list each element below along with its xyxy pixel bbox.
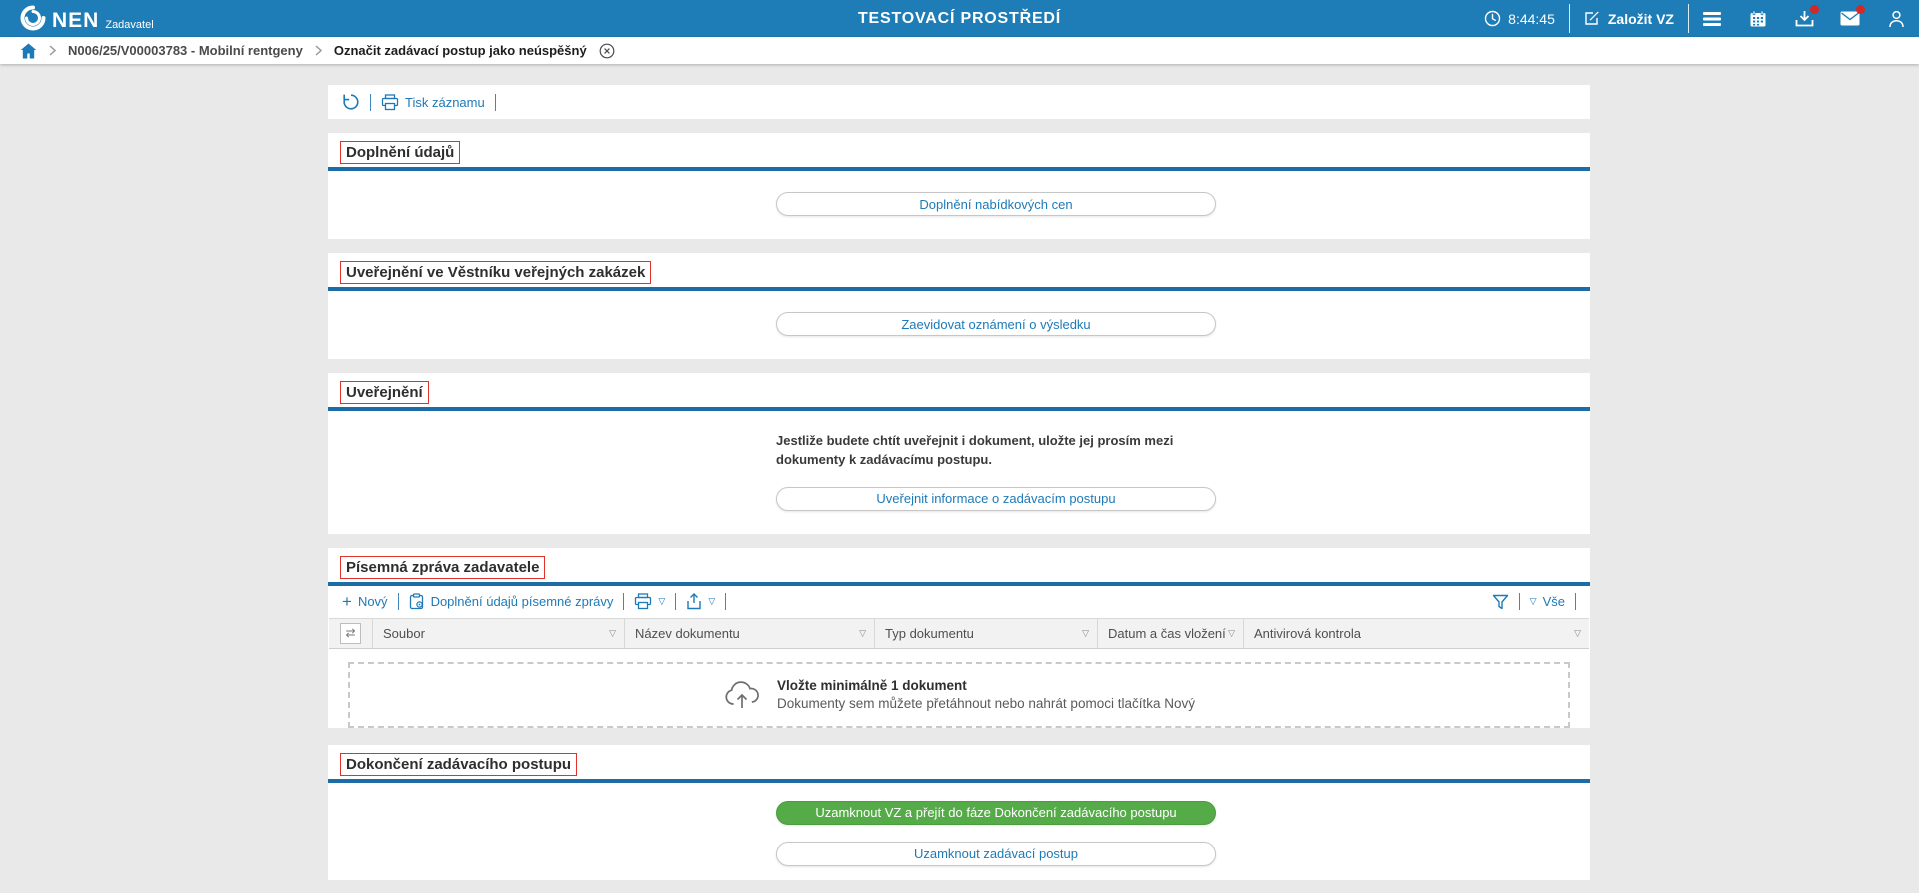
- filter-all-button[interactable]: ▽ Vše: [1530, 594, 1565, 609]
- dropdown-triangle-icon: ▽: [658, 596, 666, 607]
- section-pisemna-zprava: Písemná zpráva zadavatele + Nový Doplněn…: [328, 547, 1590, 728]
- mail-badge: [1856, 5, 1865, 14]
- app-logo[interactable]: NEN Zadavatel: [0, 0, 154, 37]
- toolbar-separator: [1575, 593, 1576, 611]
- doplneni-nabidkovych-cen-button[interactable]: Doplnění nabídkových cen: [776, 192, 1216, 216]
- toolbar-separator: [1518, 593, 1520, 611]
- filter-button[interactable]: [1492, 594, 1509, 610]
- column-filter-icon[interactable]: ▽: [1082, 628, 1089, 639]
- clock-display: 8:44:45: [1470, 0, 1569, 37]
- calendar-icon[interactable]: [1735, 0, 1781, 37]
- toolbar-separator: [623, 593, 625, 611]
- column-filter-icon[interactable]: ▽: [609, 628, 616, 639]
- toolbar-separator: [370, 93, 371, 111]
- column-filter-icon[interactable]: ▽: [859, 628, 866, 639]
- breadcrumb: N006/25/V00003783 - Mobilní rentgeny Ozn…: [0, 37, 1919, 64]
- column-filter-icon[interactable]: ▽: [1574, 628, 1581, 639]
- plus-icon: +: [342, 591, 352, 611]
- section-title-uverejneni: Uveřejnění: [340, 381, 429, 404]
- section-dokonceni: Dokončení zadávacího postupu Uzamknout V…: [328, 744, 1590, 880]
- new-document-button[interactable]: + Nový: [342, 591, 388, 611]
- print-record-button[interactable]: Tisk záznamu: [381, 93, 485, 111]
- breadcrumb-item-current: Označit zadávací postup jako neúspěšný: [333, 43, 587, 58]
- section-title-dokonceni: Dokončení zadávacího postupu: [340, 752, 578, 776]
- uzamknout-zadavaci-postup-button[interactable]: Uzamknout zadávací postup: [776, 841, 1216, 866]
- logo-text: NEN: [52, 9, 100, 32]
- column-filter-icon[interactable]: ▽: [1228, 628, 1235, 639]
- cloud-upload-icon: [723, 680, 761, 710]
- print-menu-button[interactable]: ▽: [634, 593, 665, 610]
- toolbar-separator: [725, 593, 727, 611]
- logo-subtext: Zadavatel: [105, 19, 154, 31]
- export-menu-button[interactable]: ▽: [686, 593, 715, 610]
- new-document-label: Nový: [357, 594, 388, 610]
- column-header-soubor[interactable]: Soubor ▽: [373, 618, 625, 648]
- clock-icon: [1484, 10, 1501, 27]
- downloads-badge: [1810, 5, 1819, 14]
- column-header-nazev-dokumentu[interactable]: Název dokumentu ▽: [625, 618, 875, 648]
- uverejnit-informace-button[interactable]: Uveřejnit informace o zadávacím postupu: [776, 486, 1216, 511]
- uzamknout-vz-prejit-faze-button[interactable]: Uzamknout VZ a přejít do fáze Dokončení …: [776, 800, 1216, 825]
- dropdown-triangle-icon: ▽: [1529, 596, 1537, 607]
- create-vz-label: Založit VZ: [1607, 10, 1674, 27]
- print-record-label: Tisk záznamu: [405, 94, 485, 110]
- filter-all-label: Vše: [1542, 594, 1565, 610]
- toolbar-separator: [397, 593, 399, 611]
- breadcrumb-item-procedure[interactable]: N006/25/V00003783 - Mobilní rentgeny: [68, 43, 303, 58]
- fill-written-report-button[interactable]: Doplnění údajů písemné zprávy: [409, 593, 614, 610]
- printer-icon: [634, 593, 652, 610]
- section-doplneni-udaju: Doplnění údajů Doplnění nabídkových cen: [328, 133, 1590, 239]
- export-icon: [686, 593, 702, 610]
- documents-table-header: ⇄ Soubor ▽ Název dokumentu ▽ Typ dokumen…: [329, 617, 1589, 649]
- section-uverejneni: Uveřejnění Jestliže budete chtít uveřejn…: [328, 373, 1590, 534]
- column-header-datum-vlozeni[interactable]: Datum a čas vložení ▽: [1098, 618, 1244, 648]
- column-header-antivirova-kontrola[interactable]: Antivirová kontrola ▽: [1244, 619, 1589, 648]
- toolbar-separator: [494, 93, 496, 111]
- column-header-typ-dokumentu[interactable]: Typ dokumentu ▽: [875, 618, 1098, 648]
- uverejneni-note: Jestliže budete chtít uveřejnit i dokume…: [776, 433, 1174, 467]
- app-header: NEN Zadavatel TESTOVACÍ PROSTŘEDÍ 8:44:4…: [0, 0, 1919, 37]
- dropzone-subtitle: Dokumenty sem můžete přetáhnout nebo nah…: [777, 696, 1195, 712]
- document-dropzone[interactable]: Vložte minimálně 1 dokument Dokumenty se…: [348, 661, 1570, 728]
- section-title-pisemna-zprava: Písemná zpráva zadavatele: [340, 555, 546, 579]
- dropzone-title: Vložte minimálně 1 dokument: [777, 678, 967, 694]
- close-tab-icon[interactable]: [599, 43, 615, 59]
- nen-logo-icon: [20, 5, 46, 31]
- record-toolbar: Tisk záznamu: [328, 85, 1590, 119]
- column-label: Antivirová kontrola: [1254, 625, 1361, 641]
- user-icon[interactable]: [1873, 0, 1919, 37]
- column-label: Typ dokumentu: [885, 625, 974, 641]
- column-settings-icon: ⇄: [340, 622, 361, 644]
- toolbar-separator: [675, 593, 677, 611]
- create-vz-button[interactable]: Založit VZ: [1570, 0, 1688, 37]
- clipboard-gear-icon: [409, 593, 425, 610]
- column-label: Datum a čas vložení: [1108, 625, 1226, 641]
- refresh-button[interactable]: [342, 93, 360, 111]
- section-title-vestnik: Uveřejnění ve Věstníku veřejných zakázek: [340, 261, 652, 284]
- dropdown-triangle-icon: ▽: [708, 596, 716, 607]
- fill-written-report-label: Doplnění údajů písemné zprávy: [430, 594, 614, 610]
- chevron-right-icon: [49, 45, 56, 56]
- column-settings-button[interactable]: ⇄: [329, 618, 373, 648]
- hamburger-menu-icon[interactable]: [1689, 0, 1735, 37]
- section-title-doplneni-udaju: Doplnění údajů: [340, 141, 461, 164]
- zaevidovat-oznameni-button[interactable]: Zaevidovat oznámení o výsledku: [776, 312, 1216, 336]
- page-background: Tisk záznamu Doplnění údajů Doplnění nab…: [0, 64, 1919, 880]
- mail-icon[interactable]: [1827, 0, 1873, 37]
- section-vestnik: Uveřejnění ve Věstníku veřejných zakázek…: [328, 253, 1590, 359]
- chevron-right-icon: [315, 45, 322, 56]
- home-icon[interactable]: [20, 43, 37, 59]
- clock-time: 8:44:45: [1508, 10, 1555, 27]
- column-label: Název dokumentu: [635, 625, 740, 641]
- documents-toolbar: + Nový Doplnění údajů písemné zprávy ▽ ▽…: [328, 586, 1590, 618]
- downloads-tray-icon[interactable]: [1781, 0, 1827, 37]
- column-label: Soubor: [383, 625, 425, 641]
- compose-icon: [1584, 10, 1601, 27]
- printer-icon: [381, 93, 399, 111]
